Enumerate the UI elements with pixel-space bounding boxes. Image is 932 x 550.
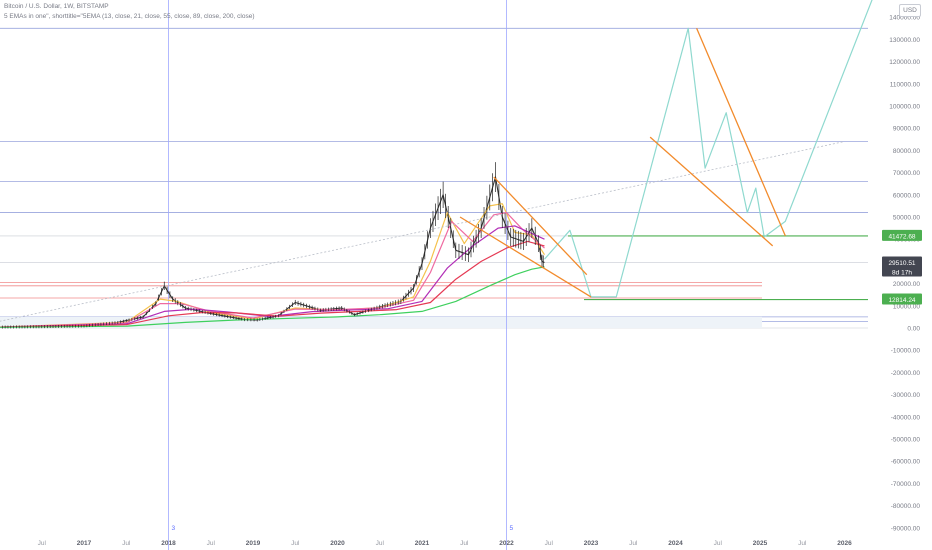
currency-button[interactable]: USD — [899, 4, 921, 17]
series-ema13 — [0, 203, 546, 328]
series-ema21 — [0, 212, 545, 328]
series-price — [0, 176, 545, 328]
y-tick-label: 80000.00 — [893, 148, 920, 155]
x-tick-label: 2025 — [753, 540, 768, 547]
x-tick-label: 2017 — [77, 540, 92, 547]
x-tick-label: Jul — [798, 540, 807, 547]
vertical-marker-label: 3 — [172, 525, 176, 532]
x-tick-label: 2018 — [161, 540, 176, 547]
x-tick-label: Jul — [714, 540, 723, 547]
y-tick-label: -10000.00 — [891, 348, 921, 355]
x-tick-label: Jul — [38, 540, 47, 547]
horizontal-levels — [0, 27, 868, 329]
indicator-title[interactable]: 5 EMAs in one", shorttitle="5EMA (13, cl… — [4, 13, 254, 20]
wedge-lower-line — [459, 216, 592, 298]
y-tick-label: 60000.00 — [893, 192, 920, 199]
x-tick-label: Jul — [207, 540, 216, 547]
badge-level-low: 12814.24 — [888, 297, 915, 304]
y-tick-label: 70000.00 — [893, 170, 920, 177]
x-tick-label: 2020 — [330, 540, 345, 547]
y-tick-label: 130000.00 — [889, 37, 920, 44]
x-tick-label: 2024 — [668, 540, 683, 547]
badge-level-high: 41472.68 — [888, 233, 915, 240]
y-tick-label: -70000.00 — [891, 481, 921, 488]
y-tick-label: 50000.00 — [893, 215, 920, 222]
symbol-title[interactable]: Bitcoin / U.S. Dollar, 1W, BITSTAMP — [4, 3, 109, 10]
y-tick-label: -40000.00 — [891, 414, 921, 421]
x-tick-label: Jul — [376, 540, 385, 547]
x-tick-label: Jul — [291, 540, 300, 547]
series-trend — [0, 141, 845, 322]
y-tick-label: -30000.00 — [891, 392, 921, 399]
y-tick-label: -80000.00 — [891, 503, 921, 510]
chart-canvas[interactable]: 35 140000.00130000.00120000.00110000.001… — [0, 0, 932, 550]
x-tick-label: 2019 — [246, 540, 261, 547]
x-tick-label: 2026 — [837, 540, 852, 547]
time-axis[interactable]: Jul 2017 Jul 2018 Jul 2019 Jul 2020 Jul 2021 Jul 20… — [38, 540, 853, 547]
x-tick-label: 2023 — [584, 540, 599, 547]
x-tick-label: Jul — [122, 540, 131, 547]
y-tick-label: 20000.00 — [893, 281, 920, 288]
y-tick-label: 0.00 — [907, 326, 920, 333]
series-projection — [544, 0, 873, 298]
x-tick-label: Jul — [460, 540, 469, 547]
price-series-group — [0, 0, 873, 329]
x-tick-label: Jul — [629, 540, 638, 547]
y-tick-label: 120000.00 — [889, 59, 920, 66]
x-tick-label: 2021 — [415, 540, 430, 547]
y-tick-label: 100000.00 — [889, 104, 920, 111]
wedge-upper-line — [696, 28, 786, 237]
x-tick-label: Jul — [545, 540, 554, 547]
y-tick-label: -60000.00 — [891, 459, 921, 466]
badge-current-price: 29510.51 — [888, 260, 915, 267]
y-tick-label: 110000.00 — [890, 81, 921, 88]
y-tick-label: -50000.00 — [891, 437, 921, 444]
badge-current-price-countdown: 8d 17h — [892, 269, 912, 276]
y-tick-label: -90000.00 — [891, 525, 921, 532]
x-tick-label: 2022 — [499, 540, 514, 547]
y-tick-label: -20000.00 — [891, 370, 921, 377]
vertical-marker-label: 5 — [510, 525, 514, 532]
y-tick-label: 90000.00 — [893, 126, 920, 133]
